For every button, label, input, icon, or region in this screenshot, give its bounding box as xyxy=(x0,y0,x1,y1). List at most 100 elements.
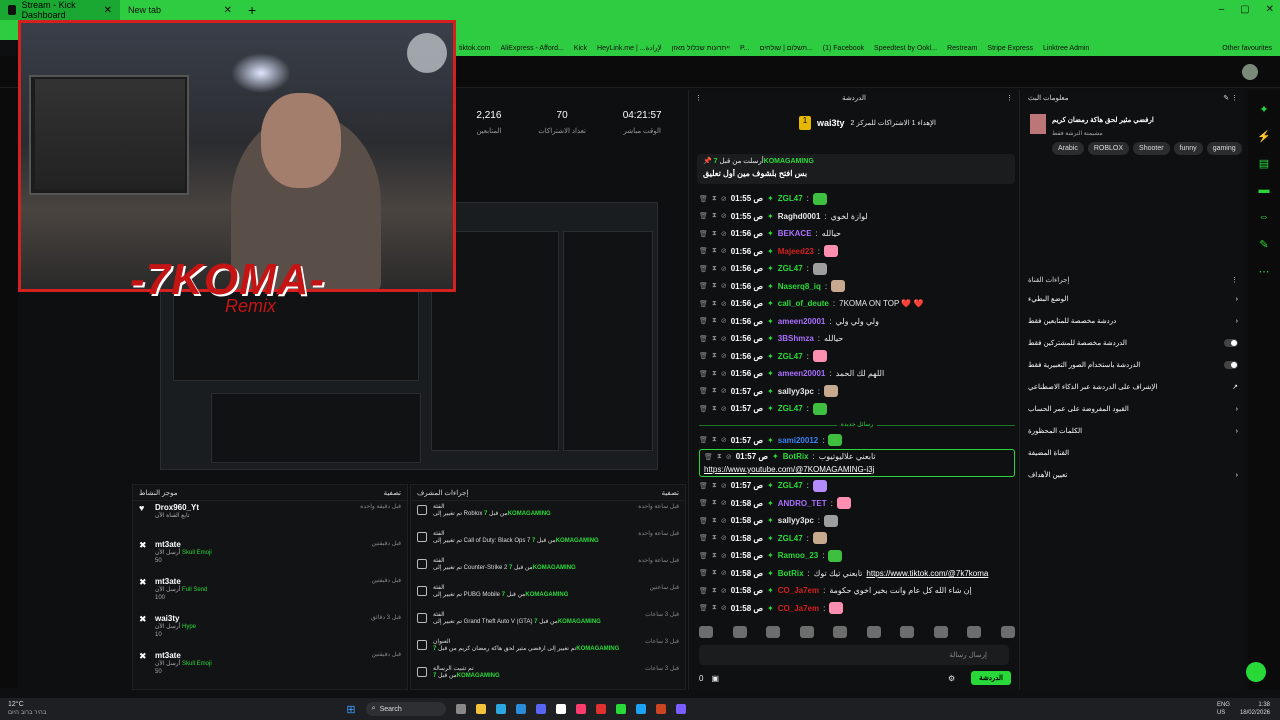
maximize-button[interactable]: ▢ xyxy=(1240,4,1249,15)
ban-icon[interactable]: ⊘ xyxy=(721,534,727,542)
ban-icon[interactable]: ⊘ xyxy=(721,482,727,490)
emote-button[interactable] xyxy=(1000,626,1015,638)
timeout-icon[interactable]: ⧗ xyxy=(712,587,717,595)
emote-button[interactable] xyxy=(799,626,814,638)
tag[interactable]: Shooter xyxy=(1133,142,1170,155)
settings-gear-icon[interactable]: ⚙ xyxy=(948,674,955,683)
language-indicator[interactable]: ENG US xyxy=(1217,701,1230,717)
browser-tab-active[interactable]: Stream - Kick Dashboard ✕ xyxy=(0,0,120,20)
delete-message-icon[interactable]: 🗑 xyxy=(704,453,713,461)
timeout-icon[interactable]: ⧗ xyxy=(712,195,717,203)
delete-message-icon[interactable]: 🗑 xyxy=(699,317,708,325)
edge-icon[interactable] xyxy=(495,704,506,714)
tag[interactable]: Arabic xyxy=(1052,142,1084,155)
timeout-icon[interactable]: ⧗ xyxy=(712,300,717,308)
message-username[interactable]: ameen20001 xyxy=(778,369,826,378)
ban-icon[interactable]: ⊘ xyxy=(721,247,727,255)
message-username[interactable]: ZGL47 xyxy=(778,194,803,203)
edit-icon[interactable]: ✎ ⋮ xyxy=(1223,94,1238,102)
message-username[interactable]: Naserq8_iq xyxy=(778,282,821,291)
timeout-icon[interactable]: ⧗ xyxy=(712,212,717,220)
message-username[interactable]: call_of_deute xyxy=(778,299,829,308)
emotes-only-toggle[interactable] xyxy=(1224,361,1238,369)
ban-icon[interactable]: ⊘ xyxy=(721,317,727,325)
new-tab-button[interactable]: + xyxy=(240,2,264,18)
wrench-icon[interactable]: ✎ xyxy=(1257,238,1271,252)
action-followers-only[interactable]: دردشة مخصصة للمتابعين فقط › xyxy=(1022,310,1244,332)
timeout-icon[interactable]: ⧗ xyxy=(712,370,717,378)
message-username[interactable]: ZGL47 xyxy=(778,352,803,361)
ban-icon[interactable]: ⊘ xyxy=(721,499,727,507)
ban-icon[interactable]: ⊘ xyxy=(721,352,727,360)
timeout-icon[interactable]: ⧗ xyxy=(712,534,717,542)
message-username[interactable]: BotRix xyxy=(778,569,804,578)
delete-message-icon[interactable]: 🗑 xyxy=(699,300,708,308)
clip-icon[interactable]: ▤ xyxy=(1257,157,1271,171)
delete-message-icon[interactable]: 🗑 xyxy=(699,534,708,542)
other-favourites[interactable]: Other favourites xyxy=(1222,45,1280,52)
message-link[interactable]: https://www.youtube.com/@7KOMAGAMING-i3j xyxy=(704,465,874,474)
timeout-icon[interactable]: ⧗ xyxy=(712,265,717,273)
message-username[interactable]: Raghd0001 xyxy=(778,212,821,221)
bookmark-item[interactable]: tiktok.com xyxy=(459,45,491,52)
timeout-icon[interactable]: ⧗ xyxy=(712,247,717,255)
delete-message-icon[interactable]: 🗑 xyxy=(699,552,708,560)
action-slow-mode[interactable]: الوضع البطيء › xyxy=(1022,288,1244,310)
action-ai-moderation[interactable]: الإشراف على الدردشة عبر الذكاء الاصطناعي… xyxy=(1022,376,1244,398)
message-username[interactable]: BotRix xyxy=(783,452,809,461)
more-icon[interactable]: ⋮ xyxy=(1231,276,1238,284)
message-username[interactable]: Majeed23 xyxy=(778,247,814,256)
app-icon[interactable] xyxy=(675,704,686,714)
timeout-icon[interactable]: ⧗ xyxy=(712,569,717,577)
bookmark-item[interactable]: P... xyxy=(740,45,750,52)
message-username[interactable]: CO_Ja7em xyxy=(778,604,819,613)
share-icon[interactable]: ⋯ xyxy=(1257,265,1271,279)
bookmark-item[interactable]: AliExpress - Afford... xyxy=(501,45,564,52)
minimize-button[interactable]: ‒ xyxy=(1219,4,1225,15)
windows-start-icon[interactable]: ⊞ xyxy=(346,703,355,716)
top-gifter-name[interactable]: wai3ty xyxy=(817,118,845,128)
delete-message-icon[interactable]: 🗑 xyxy=(699,587,708,595)
delete-message-icon[interactable]: 🗑 xyxy=(699,370,708,378)
message-username[interactable]: ZGL47 xyxy=(778,264,803,273)
delete-message-icon[interactable]: 🗑 xyxy=(699,282,708,290)
flash-icon[interactable]: ⚡ xyxy=(1257,130,1271,144)
timeout-icon[interactable]: ⧗ xyxy=(712,317,717,325)
bookmark-item[interactable]: Kick xyxy=(574,45,587,52)
delete-message-icon[interactable]: 🗑 xyxy=(699,195,708,203)
timeout-icon[interactable]: ⧗ xyxy=(712,436,717,444)
delete-message-icon[interactable]: 🗑 xyxy=(699,387,708,395)
emote-button[interactable] xyxy=(900,626,915,638)
delete-message-icon[interactable]: 🗑 xyxy=(699,335,708,343)
bookmark-item[interactable]: ייתרונות שכלול מאזן xyxy=(672,45,730,52)
timeout-icon[interactable]: ⧗ xyxy=(712,604,717,612)
message-username[interactable]: Ramoo_23 xyxy=(778,551,818,560)
ban-icon[interactable]: ⊘ xyxy=(721,387,727,395)
delete-message-icon[interactable]: 🗑 xyxy=(699,436,708,444)
delete-message-icon[interactable]: 🗑 xyxy=(699,265,708,273)
ban-icon[interactable]: ⊘ xyxy=(721,195,727,203)
timeout-icon[interactable]: ⧗ xyxy=(712,282,717,290)
ban-icon[interactable]: ⊘ xyxy=(721,604,727,612)
message-username[interactable]: ameen20001 xyxy=(778,317,826,326)
ban-icon[interactable]: ⊘ xyxy=(726,453,732,461)
ban-icon[interactable]: ⊘ xyxy=(721,552,727,560)
timeout-icon[interactable]: ⧗ xyxy=(712,405,717,413)
ban-icon[interactable]: ⊘ xyxy=(721,282,727,290)
message-username[interactable]: CO_Ja7em xyxy=(778,586,819,595)
timeout-icon[interactable]: ⧗ xyxy=(712,352,717,360)
bookmark-item[interactable]: Stripe Express xyxy=(987,45,1033,52)
ban-icon[interactable]: ⊘ xyxy=(721,230,727,238)
raid-icon[interactable]: ✦ xyxy=(1257,103,1271,117)
delete-message-icon[interactable]: 🗑 xyxy=(699,517,708,525)
emote-button[interactable] xyxy=(933,626,948,638)
ban-icon[interactable]: ⊘ xyxy=(721,405,727,413)
action-account-age[interactable]: القيود المفروضة على عمر الحساب › xyxy=(1022,398,1244,420)
ban-icon[interactable]: ⊘ xyxy=(721,212,727,220)
emote-button[interactable] xyxy=(833,626,848,638)
ban-icon[interactable]: ⊘ xyxy=(721,517,727,525)
ban-icon[interactable]: ⊘ xyxy=(721,300,727,308)
app-icon[interactable] xyxy=(575,704,586,714)
delete-message-icon[interactable]: 🗑 xyxy=(699,212,708,220)
action-host-channel[interactable]: القناة المضيفة xyxy=(1022,442,1244,464)
